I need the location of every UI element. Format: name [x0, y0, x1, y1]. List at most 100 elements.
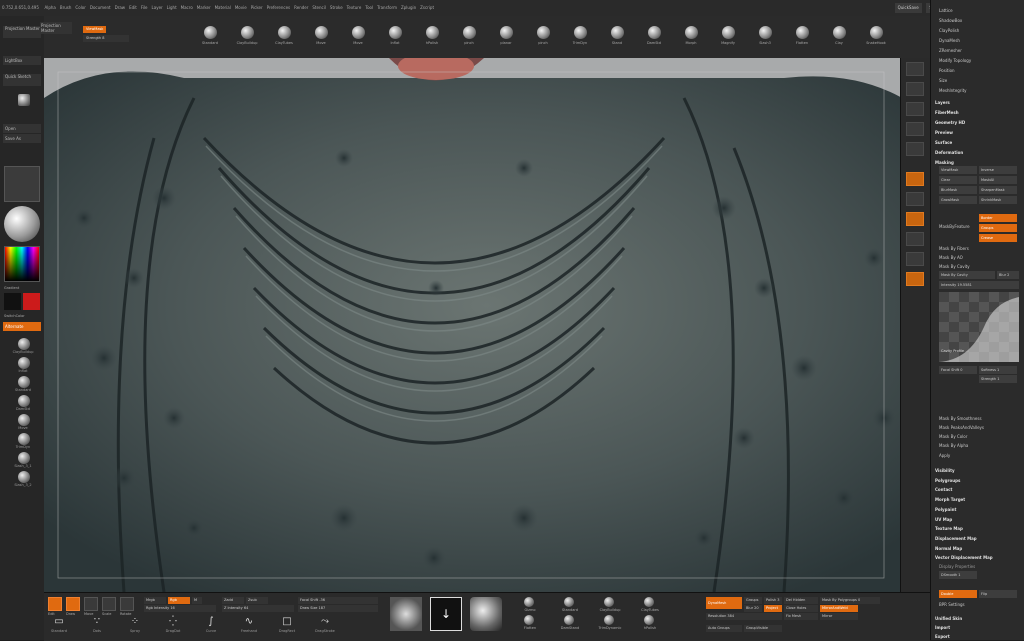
quick-sketch-button[interactable]: Quick Sketch [3, 74, 41, 86]
texture-thumbnail[interactable]: ↓ [430, 597, 462, 631]
section-header[interactable]: Geometry HD [935, 118, 1021, 127]
brush-button[interactable]: Clay [823, 26, 855, 45]
section-header[interactable]: Vector Displacement Map [935, 553, 1021, 562]
menu-item-marker[interactable]: Marker [197, 0, 211, 16]
menu-item-light[interactable]: Light [167, 0, 177, 16]
section-header[interactable]: Normal Map [935, 544, 1021, 553]
draw-button[interactable] [66, 597, 80, 611]
resolution-slider[interactable]: Resolution 384 [706, 613, 782, 620]
del-hidden-button[interactable]: Del Hidden [784, 597, 818, 604]
mask-peaks-valleys-button[interactable]: Mask PeaksAndValleys [939, 423, 1019, 432]
groups-toggle[interactable]: Groups [979, 224, 1017, 232]
stroke-button[interactable]: ∵ Dots [86, 615, 108, 633]
zadd-toggle[interactable]: Zadd [222, 597, 244, 604]
focal-shift-slider[interactable]: Focal Shift 0 [939, 366, 977, 374]
brush-button[interactable]: ClayTubes [268, 26, 300, 45]
tool-item[interactable]: Modify Topology [939, 56, 1019, 65]
tool-item[interactable]: Lattice [939, 6, 1019, 15]
strength-slider[interactable]: Strength 8 [83, 35, 129, 42]
section-header[interactable]: Texture Map [935, 524, 1021, 533]
menu-item-picker[interactable]: Picker [251, 0, 263, 16]
shelf-persp-icon[interactable] [906, 62, 924, 76]
bpr-settings-button[interactable]: BPR Settings [939, 600, 1019, 609]
sharpen-mask-button[interactable]: SharpenMask [979, 186, 1017, 194]
viewmask-toggle[interactable]: ViewMask [83, 26, 107, 33]
brush-button[interactable]: pinch [527, 26, 559, 45]
inverse-button[interactable]: Inverse [979, 166, 1017, 174]
menu-item-tool[interactable]: Tool [365, 0, 373, 16]
section-header[interactable]: Surface [935, 138, 1021, 147]
section-header[interactable]: Preview [935, 128, 1021, 137]
tool-item[interactable]: DynaMesh [939, 36, 1019, 45]
alpha-thumbnail[interactable] [390, 597, 422, 631]
menu-item-draw[interactable]: Draw [115, 0, 125, 16]
brush-slot-icon[interactable] [18, 376, 30, 388]
brush-button[interactable]: Flatten [786, 26, 818, 45]
brush-button[interactable]: planar [490, 26, 522, 45]
grow-mask-button[interactable]: GrowMask [939, 196, 977, 204]
quick-brush-sphere-icon[interactable] [564, 597, 574, 607]
brush-button[interactable]: Slash3 [749, 26, 781, 45]
close-holes-button[interactable]: Close Holes [784, 605, 818, 612]
quick-brush-sphere-icon[interactable] [524, 597, 534, 607]
shrink-mask-button[interactable]: ShrinkMask [979, 196, 1017, 204]
mask-by-polygroups-slider[interactable]: Mask By Polygroups 0 [820, 597, 880, 604]
section-header[interactable]: UV Map [935, 515, 1021, 524]
section-header[interactable]: Deformation [935, 148, 1021, 157]
rgb-intensity-slider[interactable]: Rgb Intensity 16 [144, 605, 216, 612]
fix-mesh-button[interactable]: Fix Mesh [784, 613, 818, 620]
rotate-button[interactable] [120, 597, 134, 611]
blur-mask-button[interactable]: BlurMask [939, 186, 977, 194]
draw-size-slider[interactable]: Draw Size 187 [298, 605, 378, 612]
flip-toggle[interactable]: Flip [979, 590, 1017, 598]
brush-button[interactable]: Morph [675, 26, 707, 45]
import-header[interactable]: Import [935, 623, 1021, 632]
mask-by-ao-button[interactable]: Mask By AO [939, 253, 1019, 262]
tool-item[interactable]: ClayPolish [939, 26, 1019, 35]
section-header[interactable]: Polypaint [935, 505, 1021, 514]
brush-button[interactable]: Standard [194, 26, 226, 45]
menu-item-layer[interactable]: Layer [152, 0, 163, 16]
menu-item-texture[interactable]: Texture [347, 0, 362, 16]
mask-by-alpha-button[interactable]: Mask By Alpha [939, 441, 1019, 450]
color-picker[interactable] [4, 246, 40, 282]
blur-slider[interactable]: Blur 20 [744, 605, 762, 612]
section-header[interactable]: FiberMesh [935, 108, 1021, 117]
brush-button[interactable]: DamStd [638, 26, 670, 45]
dynamesh-button[interactable]: DynaMesh [706, 597, 742, 609]
shelf-xpose-icon[interactable] [906, 272, 924, 286]
menu-item-zscript[interactable]: Zscript [420, 0, 434, 16]
menu-item-document[interactable]: Document [90, 0, 111, 16]
shelf-frame-icon[interactable] [906, 122, 924, 136]
stroke-button[interactable]: ⁘ Spray [124, 615, 146, 633]
mirror-and-weld-button[interactable]: MirrorAndWeld [820, 605, 858, 612]
quick-brush-sphere-icon[interactable] [524, 615, 534, 625]
apply-button[interactable]: Apply [939, 451, 1019, 460]
crease-toggle[interactable]: Crease [979, 234, 1017, 242]
tool-item[interactable]: Position [939, 66, 1019, 75]
rgb-toggle[interactable]: Rgb [168, 597, 190, 604]
shelf-transp-icon[interactable] [906, 232, 924, 246]
dsmooth-slider[interactable]: DSmooth 1 [939, 571, 977, 579]
groups-toggle[interactable]: Groups [744, 597, 762, 604]
intensity-slider[interactable]: Intensity 19.5581 [939, 281, 1019, 289]
brush-button[interactable]: Inflat [379, 26, 411, 45]
brush-slot-icon[interactable] [18, 357, 30, 369]
material-sphere-icon[interactable] [4, 206, 40, 242]
menu-item-alpha[interactable]: Alpha [45, 0, 56, 16]
brush-slot-icon[interactable] [18, 414, 30, 426]
menu-item-stroke[interactable]: Stroke [330, 0, 343, 16]
tool-item[interactable]: Size [939, 76, 1019, 85]
section-header[interactable]: Contact [935, 485, 1021, 494]
brush-slot-icon[interactable] [18, 452, 30, 464]
edit-button[interactable] [48, 597, 62, 611]
menu-item-transform[interactable]: Transform [377, 0, 397, 16]
brush-button[interactable]: pinch [453, 26, 485, 45]
brush-slot-icon[interactable] [18, 471, 30, 483]
mrgb-toggle[interactable]: Mrgb [144, 597, 166, 604]
brush-slot-icon[interactable] [18, 395, 30, 407]
alternate-button[interactable]: Alternate [3, 322, 41, 331]
mask-by-cavity-header[interactable]: Mask By Cavity [939, 262, 1019, 271]
shelf-rotate-icon[interactable] [906, 192, 924, 206]
stroke-button[interactable]: ∫ Curve [200, 615, 222, 633]
